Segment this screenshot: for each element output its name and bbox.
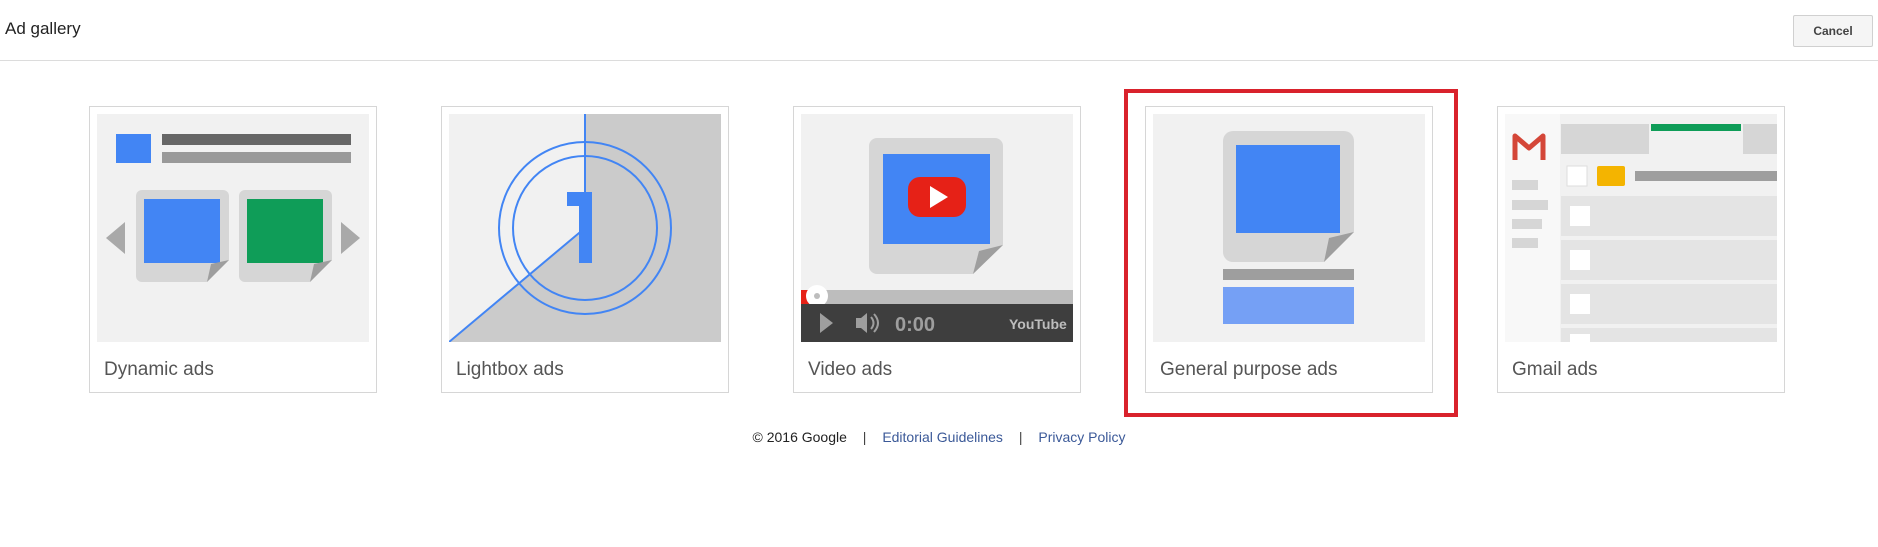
- carousel-prev-arrow: [106, 222, 125, 254]
- card-dynamic-ads[interactable]: Dynamic ads: [89, 106, 377, 393]
- general-purpose-ads-thumbnail: [1153, 114, 1425, 342]
- general-purpose-ads-illustration: [1223, 131, 1354, 324]
- card-video-ads[interactable]: 0:00 YouTube Video ads: [793, 106, 1081, 393]
- card-general-purpose-ads[interactable]: General purpose ads: [1145, 106, 1433, 393]
- card-lightbox-ads[interactable]: Lightbox ads: [441, 106, 729, 393]
- carousel-next-arrow: [341, 222, 360, 254]
- card-label: Gmail ads: [1512, 359, 1598, 380]
- privacy-policy-link[interactable]: Privacy Policy: [1038, 429, 1125, 445]
- card-label: Lightbox ads: [456, 359, 564, 380]
- dynamic-ads-illustration: [106, 134, 360, 282]
- footer-separator: |: [1018, 429, 1023, 445]
- dynamic-ads-thumbnail: [97, 114, 369, 342]
- dialog-header: Ad gallery Cancel: [0, 0, 1878, 61]
- video-ads-thumbnail: 0:00 YouTube: [801, 114, 1073, 342]
- lightbox-ads-illustration: [449, 114, 721, 342]
- footer: © 2016 Google | Editorial Guidelines | P…: [0, 429, 1878, 445]
- video-ads-illustration: 0:00 YouTube: [801, 138, 1073, 342]
- youtube-logo: YouTube: [1009, 316, 1067, 332]
- editorial-guidelines-link[interactable]: Editorial Guidelines: [882, 429, 1003, 445]
- cancel-button[interactable]: Cancel: [1793, 15, 1873, 47]
- player-time: 0:00: [895, 314, 935, 336]
- card-gmail-ads[interactable]: Gmail ads: [1497, 106, 1785, 393]
- gmail-ads-illustration: [1505, 114, 1777, 342]
- card-label: Dynamic ads: [104, 359, 214, 380]
- page-title: Ad gallery: [5, 19, 81, 38]
- gmail-ads-thumbnail: [1505, 114, 1777, 342]
- copyright-text: © 2016 Google: [752, 429, 847, 445]
- footer-separator: |: [862, 429, 867, 445]
- video-progress-bar: [801, 290, 1073, 304]
- card-label: Video ads: [808, 359, 893, 380]
- lightbox-ads-thumbnail: [449, 114, 721, 342]
- card-label: General purpose ads: [1160, 359, 1338, 380]
